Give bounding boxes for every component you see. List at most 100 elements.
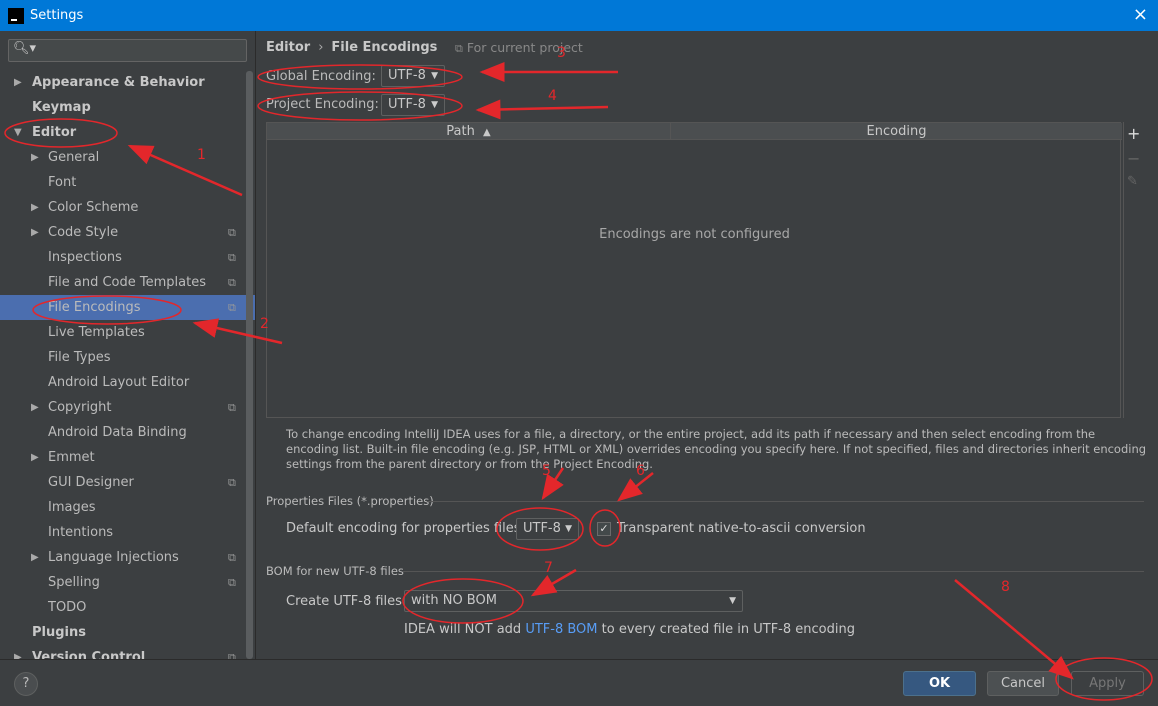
sidebar-item-copyright[interactable]: ▶ Copyright ⧉ — [0, 395, 255, 420]
chevron-right-icon[interactable]: ▶ — [31, 445, 39, 470]
section-divider — [427, 501, 1144, 502]
chevron-right-icon[interactable]: ▶ — [31, 145, 39, 170]
sidebar-item-language-injections[interactable]: ▶ Language Injections ⧉ — [0, 545, 255, 570]
column-encoding-label: Encoding — [866, 124, 927, 139]
sidebar-item-label: GUI Designer — [48, 475, 134, 490]
sidebar-item-todo[interactable]: TODO — [0, 595, 255, 620]
close-icon[interactable]: × — [1133, 4, 1148, 25]
sidebar-item-file-encodings[interactable]: File Encodings ⧉ — [0, 295, 255, 320]
annotation-number: 7 — [544, 560, 553, 576]
sidebar-item-label: Plugins — [32, 625, 86, 640]
sidebar-scrollbar[interactable] — [246, 71, 253, 659]
sidebar-item-live-templates[interactable]: Live Templates — [0, 320, 255, 345]
sidebar-item-general[interactable]: ▶ General — [0, 145, 255, 170]
ok-button[interactable]: OK — [903, 671, 976, 696]
chevron-down-icon[interactable]: ▼ — [14, 120, 22, 145]
add-icon[interactable]: + — [1127, 124, 1140, 143]
sidebar-item-label: General — [48, 150, 100, 165]
project-encoding-value: UTF-8 — [388, 97, 426, 112]
sidebar-item-android-data-binding[interactable]: Android Data Binding — [0, 420, 255, 445]
remove-icon[interactable]: − — [1127, 149, 1140, 168]
project-encoding-label: Project Encoding: — [266, 97, 379, 112]
window-title: Settings — [30, 8, 84, 23]
global-encoding-label: Global Encoding: — [266, 69, 376, 84]
chevron-right-icon[interactable]: ▶ — [14, 645, 22, 659]
sidebar-item-label: Editor — [32, 125, 77, 140]
help-button[interactable]: ? — [14, 672, 38, 696]
global-encoding-select[interactable]: UTF-8 ▼ — [381, 65, 445, 87]
chevron-right-icon[interactable]: ▶ — [14, 70, 22, 95]
utf8-bom-link[interactable]: UTF-8 BOM — [525, 622, 597, 637]
project-scope-icon: ⧉ — [228, 276, 236, 289]
sidebar-item-code-style[interactable]: ▶ Code Style ⧉ — [0, 220, 255, 245]
title-bar: Settings × — [0, 0, 1158, 31]
settings-tree: ▶ Appearance & Behavior Keymap ▼ Editor ▶ Gene… — [0, 70, 255, 659]
sidebar-item-font[interactable]: Font — [0, 170, 255, 195]
project-scope-icon: ⧉ — [228, 401, 236, 414]
sidebar-item-images[interactable]: Images — [0, 495, 255, 520]
checkmark-icon: ✓ — [599, 522, 609, 535]
sidebar-item-label: Android Data Binding — [48, 425, 187, 440]
sidebar-item-label: Live Templates — [48, 325, 145, 340]
column-header-path[interactable]: Path ▲ — [267, 123, 671, 140]
chevron-right-icon[interactable]: ▶ — [31, 220, 39, 245]
properties-encoding-select[interactable]: UTF-8 ▼ — [516, 518, 579, 540]
native-to-ascii-checkbox[interactable]: ✓ — [597, 522, 611, 536]
sidebar-item-intentions[interactable]: Intentions — [0, 520, 255, 545]
chevron-right-icon[interactable]: ▶ — [31, 545, 39, 570]
sidebar-item-label: Version Control — [32, 650, 146, 659]
column-path-label: Path — [446, 124, 475, 139]
chevron-right-icon[interactable]: ▶ — [31, 195, 39, 220]
sidebar-item-label: Keymap — [32, 100, 91, 115]
project-encoding-select[interactable]: UTF-8 ▼ — [381, 94, 445, 116]
sidebar-item-label: Spelling — [48, 575, 100, 590]
table-toolbar: + − ✎ — [1123, 122, 1145, 418]
project-scope-icon: ⧉ — [228, 651, 236, 659]
apply-button[interactable]: Apply — [1071, 671, 1144, 696]
column-header-encoding[interactable]: Encoding — [671, 123, 1122, 140]
table-empty-message: Encodings are not configured — [599, 227, 790, 242]
native-to-ascii-label[interactable]: Transparent native-to-ascii conversion — [617, 521, 866, 536]
search-icon: 🔍︎▾ — [13, 41, 37, 56]
sidebar-item-keymap[interactable]: Keymap — [0, 95, 255, 120]
encodings-table[interactable]: Path ▲ Encoding Encodings are not config… — [266, 122, 1122, 418]
sidebar-item-file-types[interactable]: File Types — [0, 345, 255, 370]
dropdown-arrow-icon: ▼ — [729, 596, 736, 606]
chevron-right-icon[interactable]: ▶ — [31, 395, 39, 420]
sidebar-item-inspections[interactable]: Inspections ⧉ — [0, 245, 255, 270]
sidebar-item-plugins[interactable]: Plugins — [0, 620, 255, 645]
copy-icon: ⧉ — [455, 42, 463, 55]
sidebar-item-file-and-code-templates[interactable]: File and Code Templates ⧉ — [0, 270, 255, 295]
settings-sidebar: 🔍︎▾ ▶ Appearance & Behavior Keymap ▼ Editor ▶… — [0, 31, 256, 659]
project-scope-icon: ⧉ — [228, 551, 236, 564]
sidebar-item-label: Language Injections — [48, 550, 179, 565]
sidebar-item-label: Font — [48, 175, 77, 190]
dialog-footer: ? OK Cancel Apply — [0, 659, 1158, 706]
project-scope-icon: ⧉ — [228, 301, 236, 314]
sidebar-item-editor[interactable]: ▼ Editor — [0, 120, 255, 145]
dropdown-arrow-icon: ▼ — [431, 100, 438, 110]
sidebar-item-label: Copyright — [48, 400, 112, 415]
edit-icon[interactable]: ✎ — [1127, 174, 1138, 189]
intellij-app-icon — [8, 7, 24, 24]
sidebar-item-label: Android Layout Editor — [48, 375, 190, 390]
breadcrumb: Editor › File Encodings — [266, 40, 437, 55]
project-scope-icon: ⧉ — [228, 476, 236, 489]
sidebar-item-gui-designer[interactable]: GUI Designer ⧉ — [0, 470, 255, 495]
cancel-button[interactable]: Cancel — [987, 671, 1059, 696]
sidebar-item-label: File and Code Templates — [48, 275, 206, 290]
annotation-number: 8 — [1001, 579, 1010, 595]
properties-encoding-value: UTF-8 — [523, 521, 561, 536]
sidebar-item-emmet[interactable]: ▶ Emmet — [0, 445, 255, 470]
sidebar-item-color-scheme[interactable]: ▶ Color Scheme — [0, 195, 255, 220]
search-input[interactable]: 🔍︎▾ — [8, 39, 247, 62]
annotation-number: 1 — [197, 147, 206, 163]
sidebar-item-label: Inspections — [48, 250, 122, 265]
sidebar-item-appearance-behavior[interactable]: ▶ Appearance & Behavior — [0, 70, 255, 95]
bom-select[interactable]: with NO BOM ▼ — [404, 590, 743, 612]
sidebar-item-spelling[interactable]: Spelling ⧉ — [0, 570, 255, 595]
section-divider — [403, 571, 1144, 572]
sidebar-item-version-control[interactable]: ▶ Version Control ⧉ — [0, 645, 255, 659]
dropdown-arrow-icon: ▼ — [431, 71, 438, 81]
sidebar-item-android-layout-editor[interactable]: Android Layout Editor — [0, 370, 255, 395]
